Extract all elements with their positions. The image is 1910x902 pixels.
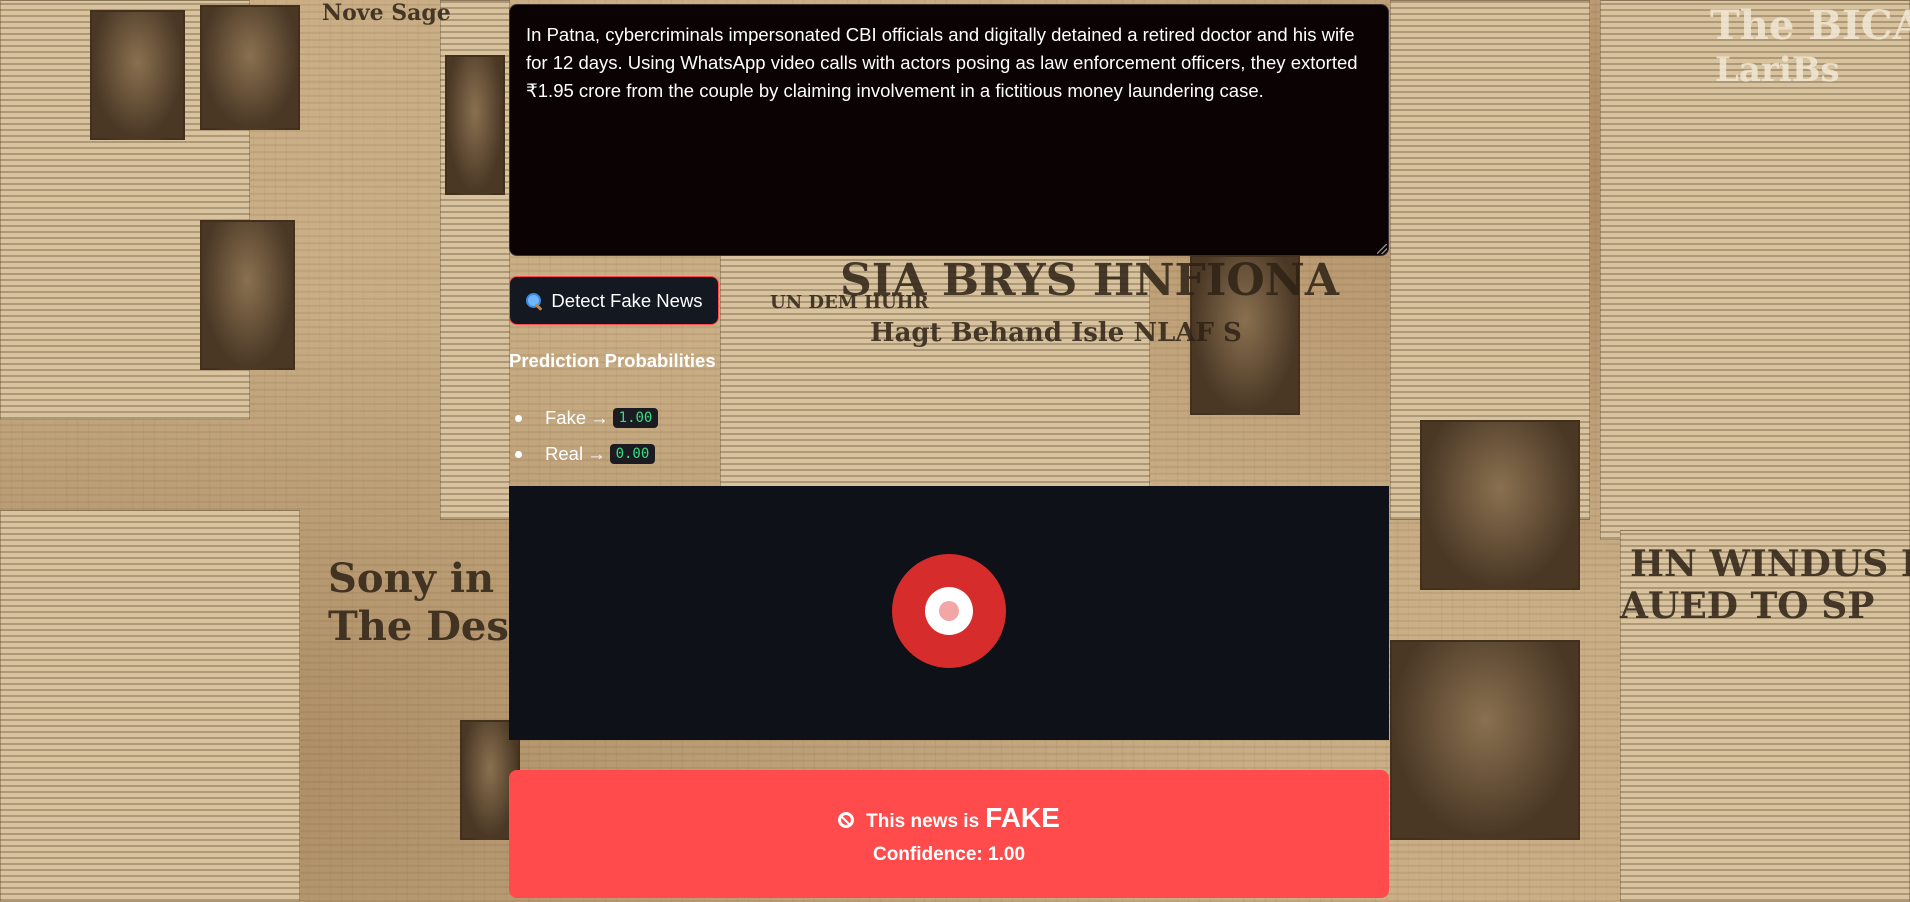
ban-icon: [838, 812, 855, 828]
probability-label: Real: [545, 443, 584, 464]
probability-label: Fake: [545, 407, 587, 428]
detect-fake-news-button[interactable]: Detect Fake News: [509, 276, 719, 325]
arrow-icon: →: [590, 407, 609, 428]
result-prefix: This news is: [866, 811, 980, 832]
probability-chart-panel: [509, 486, 1389, 740]
resize-handle[interactable]: [1377, 244, 1389, 256]
bg-headline: HN WINDUS D: [1630, 543, 1910, 585]
probability-donut-chart[interactable]: [891, 553, 1007, 669]
donut-center-marker: [939, 601, 959, 621]
bg-headline: LariBs: [1715, 50, 1840, 90]
arrow-icon: →: [587, 443, 606, 464]
probability-value: 1.00: [612, 408, 659, 428]
probability-list: Fake → 1.00 Real → 0.00: [509, 400, 659, 472]
result-line: This news is FAKE: [838, 802, 1060, 834]
detect-button-label: Detect Fake News: [551, 289, 703, 311]
bullet-icon: [515, 414, 522, 422]
bullet-icon: [515, 450, 522, 458]
result-verdict: FAKE: [985, 802, 1060, 833]
bg-headline: AUED TO SP: [1620, 585, 1875, 627]
list-item: Fake → 1.00: [509, 400, 659, 436]
resize-grip-icon: [1377, 244, 1387, 254]
bg-headline: UN DEM HUHR: [770, 292, 929, 313]
bg-headline: The BICAD: [1710, 2, 1910, 49]
news-text-input[interactable]: In Patna, cybercriminals impersonated CB…: [509, 4, 1389, 256]
result-banner: This news is FAKE Confidence: 1.00: [509, 770, 1389, 898]
probability-value: 0.00: [609, 444, 656, 464]
bg-headline: Hagt Behand Isle NLAF S: [870, 318, 1242, 348]
confidence-text: Confidence: 1.00: [872, 844, 1026, 865]
prediction-probabilities-title: Prediction Probabilities: [509, 350, 716, 371]
bg-headline: Nove Sage: [322, 0, 451, 26]
list-item: Real → 0.00: [509, 436, 658, 472]
magnifier-icon: [525, 292, 543, 310]
